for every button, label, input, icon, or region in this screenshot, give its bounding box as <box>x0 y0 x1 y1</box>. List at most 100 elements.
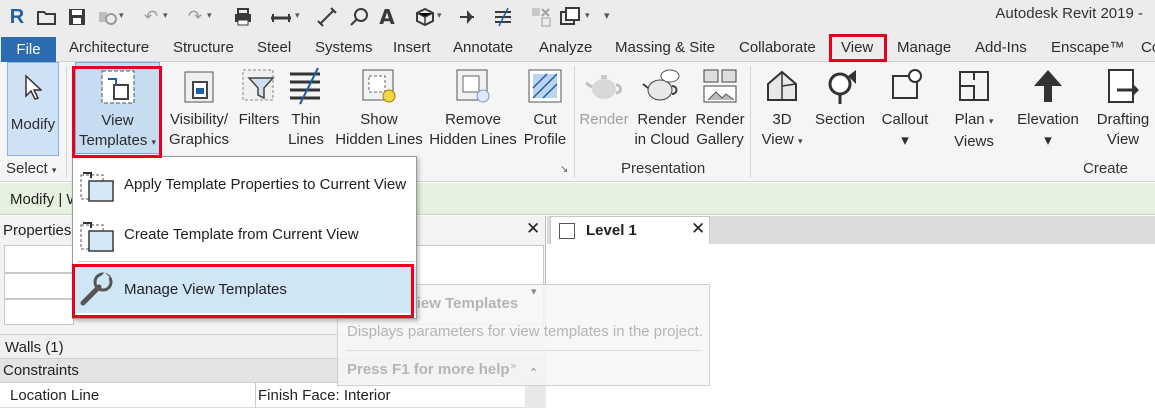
tab-insert[interactable]: Insert <box>393 34 431 62</box>
section-icon[interactable] <box>456 6 478 28</box>
type-selector-cell[interactable] <box>4 245 74 273</box>
thin-lines-button[interactable]: Thin Lines <box>286 62 326 150</box>
tab-steel[interactable]: Steel <box>257 34 291 62</box>
filter-icon <box>239 62 279 110</box>
switch-windows-icon[interactable] <box>560 6 582 28</box>
location-line-value[interactable]: Finish Face: Interior <box>258 387 391 404</box>
manage-view-templates-label: Manage View Templates <box>124 281 287 298</box>
visibility-graphics-button[interactable]: Visibility/ Graphics <box>166 62 232 150</box>
select-panel-label[interactable]: Select ▾ <box>6 160 56 177</box>
callout-icon <box>885 62 925 110</box>
render-cloud-label-1: Render <box>637 111 687 128</box>
view-tab-label: Level 1 <box>586 222 637 239</box>
customize-qat-icon[interactable]: ▾ <box>604 9 610 22</box>
property-row: Location Line Finish Face: Interior <box>0 383 525 408</box>
properties-close-icon[interactable]: ✕ <box>526 219 540 239</box>
print-icon[interactable] <box>232 6 254 28</box>
tab-analyze[interactable]: Analyze <box>539 34 592 62</box>
instance-filter-label: Walls (1) <box>5 339 64 356</box>
type-selector-dropdown-icon[interactable]: ▾ <box>531 285 537 298</box>
apply-template-menu-item[interactable]: Apply Template Properties to Current Vie… <box>73 159 416 209</box>
tab-systems[interactable]: Systems <box>315 34 373 62</box>
redo-icon[interactable]: ↷ <box>184 6 206 28</box>
filters-button[interactable]: Filters <box>236 62 282 130</box>
house-3d-icon <box>762 62 802 110</box>
plan-views-button[interactable]: Plan ▾ Views <box>948 62 1000 152</box>
drafting-view-button[interactable]: Drafting View <box>1091 62 1155 150</box>
tab-architecture[interactable]: Architecture <box>69 34 149 62</box>
show-hidden-lines-button[interactable]: Show Hidden Lines <box>334 62 424 150</box>
thin-lines-label-2: Lines <box>288 131 324 148</box>
remove-hidden-label-1: Remove <box>445 111 501 128</box>
tab-view[interactable]: View <box>841 34 873 62</box>
section-button[interactable]: Section <box>812 62 868 130</box>
create-panel-label: Create <box>1083 160 1129 177</box>
remove-hidden-lines-button[interactable]: Remove Hidden Lines <box>428 62 518 150</box>
tab-massing-site[interactable]: Massing & Site <box>615 34 715 62</box>
type-selector-cell[interactable] <box>4 273 74 299</box>
visibility-graphics-icon <box>179 62 219 110</box>
tab-annotate[interactable]: Annotate <box>453 34 513 62</box>
select-dropdown-icon: ▾ <box>51 166 57 176</box>
app-title: Autodesk Revit 2019 - <box>995 5 1143 22</box>
tab-file[interactable]: File <box>1 37 56 62</box>
redo-dropdown-icon[interactable]: ▾ <box>207 11 212 21</box>
apply-template-label: Apply Template Properties to Current Vie… <box>124 176 407 193</box>
sync-icon[interactable] <box>96 6 118 28</box>
tab-collaborate-more[interactable]: Co <box>1141 34 1155 62</box>
manage-view-templates-menu-item[interactable]: Manage View Templates <box>73 267 416 313</box>
3d-view-dropdown-icon[interactable]: ▾ <box>437 11 442 21</box>
save-icon[interactable] <box>66 6 88 28</box>
collapse-group-icon[interactable]: ⌃ <box>529 366 538 379</box>
view-templates-button[interactable]: View Templates ▾ <box>75 62 160 154</box>
dimension-icon[interactable] <box>316 6 338 28</box>
properties-scrollbar[interactable] <box>525 383 546 408</box>
tooltip-help: Press F1 for more help <box>347 361 510 378</box>
graphics-panel-launcher-icon[interactable]: ↘ <box>560 164 568 175</box>
render-in-cloud-button[interactable]: Render in Cloud <box>632 62 692 150</box>
tab-enscape[interactable]: Enscape™ <box>1051 34 1124 62</box>
measure-icon[interactable] <box>270 6 292 28</box>
create-template-icon <box>79 217 119 253</box>
apply-template-icon <box>79 167 119 203</box>
elevation-button[interactable]: Elevation ▾ <box>1013 62 1083 150</box>
type-selector-cell[interactable] <box>4 299 74 325</box>
drafting-label-1: Drafting <box>1096 111 1150 128</box>
modify-button[interactable]: Modify <box>7 62 59 156</box>
thin-lines-ribbon-icon <box>286 62 326 110</box>
open-icon[interactable] <box>36 6 58 28</box>
ribbon-separator <box>574 66 575 178</box>
view-tab-level-1[interactable]: Level 1 ✕ <box>550 216 710 244</box>
tag-icon[interactable] <box>348 6 370 28</box>
switch-windows-dropdown-icon[interactable]: ▾ <box>585 11 590 21</box>
render-button[interactable]: Render <box>578 62 630 130</box>
tab-add-ins[interactable]: Add-Ins <box>975 34 1027 62</box>
cut-profile-button[interactable]: Cut Profile <box>520 62 570 150</box>
3d-view-icon[interactable] <box>414 6 436 28</box>
callout-button[interactable]: Callout ▾ <box>876 62 934 150</box>
undo-dropdown-icon[interactable]: ▾ <box>163 11 168 21</box>
thin-lines-icon[interactable] <box>492 6 514 28</box>
close-hidden-icon[interactable] <box>530 6 552 28</box>
tooltip-description: Displays parameters for view templates i… <box>347 323 703 340</box>
view-templates-label-1: View <box>101 112 134 129</box>
sync-dropdown-icon[interactable]: ▾ <box>119 11 124 21</box>
tooltip-divider <box>346 350 701 351</box>
undo-icon[interactable]: ↶ <box>140 6 162 28</box>
tab-manage[interactable]: Manage <box>897 34 951 62</box>
text-icon[interactable]: A <box>376 5 398 29</box>
tab-structure[interactable]: Structure <box>173 34 234 62</box>
view-tab-bar: Level 1 ✕ <box>547 216 1155 244</box>
render-gallery-button[interactable]: Render Gallery <box>693 62 747 150</box>
measure-dropdown-icon[interactable]: ▾ <box>295 11 300 21</box>
3d-view-label-2: View ▾ <box>761 131 803 148</box>
show-hidden-lines-icon <box>359 62 399 110</box>
3d-view-button[interactable]: 3D View ▾ <box>757 62 807 152</box>
create-template-menu-item[interactable]: Create Template from Current View <box>73 209 416 259</box>
location-line-label: Location Line <box>10 387 100 404</box>
tab-collaborate[interactable]: Collaborate <box>739 34 816 62</box>
revit-logo-icon[interactable]: R <box>6 6 28 28</box>
drafting-label-2: View <box>1106 131 1140 148</box>
visibility-label-2: Graphics <box>168 131 230 148</box>
view-tab-close-icon[interactable]: ✕ <box>691 219 705 239</box>
